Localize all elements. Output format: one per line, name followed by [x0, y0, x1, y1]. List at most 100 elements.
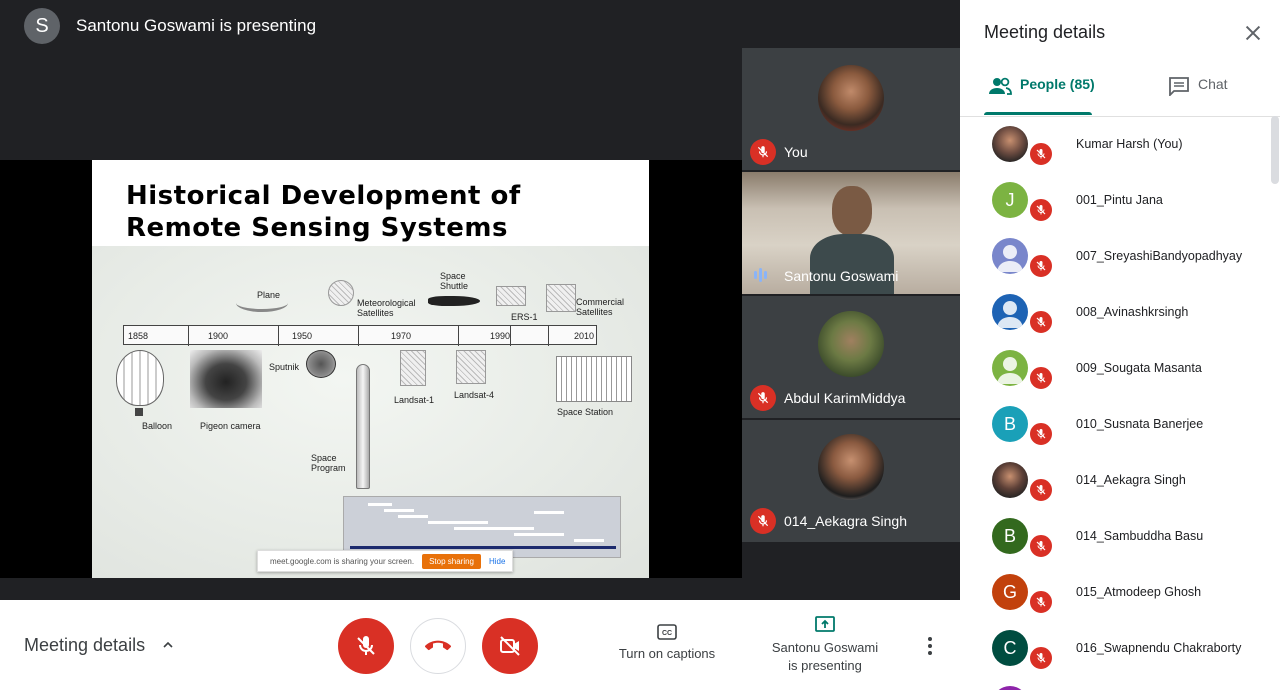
people-icon	[989, 77, 1012, 95]
presentation-slide: Historical Development of Remote Sensing…	[92, 160, 649, 578]
avatar: J	[992, 182, 1028, 218]
turn-off-camera-button[interactable]	[482, 618, 538, 674]
participant-row[interactable]: J 001_Pintu Jana	[960, 173, 1270, 229]
participant-tiles: You Santonu Goswami Abdul KarimMiddya 01…	[742, 48, 960, 542]
stop-sharing-button[interactable]: Stop sharing	[422, 553, 481, 569]
label-sputnik: Sputnik	[269, 362, 300, 372]
year-1858: 1858	[128, 331, 149, 341]
timeline-axis: 1858 1900 1950 1970 1990 2010	[123, 325, 597, 346]
commercial-satellite-image	[546, 284, 576, 312]
tile-name: Santonu Goswami	[784, 268, 899, 284]
mic-off-icon	[1028, 589, 1054, 615]
mission-chart-axis	[350, 546, 616, 549]
presenting-label-line-1: Santonu Goswami	[771, 640, 879, 655]
hide-notice-link[interactable]: Hide	[489, 557, 505, 566]
avatar	[818, 65, 884, 131]
tile-you[interactable]: You	[742, 48, 960, 170]
shuttle-image	[428, 296, 480, 306]
people-list[interactable]: Kumar Harsh (You) J 001_Pintu Jana 007_Srey…	[960, 117, 1280, 690]
captions-button[interactable]: CC Turn on captions	[610, 624, 724, 663]
mic-off-icon	[1028, 365, 1054, 391]
closed-captions-icon: CC	[657, 624, 677, 640]
mic-off-icon	[1028, 197, 1054, 223]
active-tab-indicator	[984, 112, 1092, 115]
mic-off-icon	[1028, 477, 1054, 503]
label-space-program: Space Program	[311, 453, 346, 473]
mic-off-icon	[1028, 253, 1054, 279]
mission-bar	[454, 527, 534, 530]
participant-row[interactable]: G 015_Atmodeep Ghosh	[960, 565, 1270, 621]
screen-share-notice: meet.google.com is sharing your screen. …	[257, 550, 513, 572]
participant-name: 008_Avinashkrsingh	[1076, 305, 1189, 319]
present-screen-icon	[815, 616, 835, 632]
participant-name: 009_Sougata Masanta	[1076, 361, 1202, 375]
label-meteorological-satellites: Meteorological Satellites	[357, 298, 416, 318]
presenter-status-text: Santonu Goswami is presenting	[76, 16, 317, 35]
captions-label: Turn on captions	[618, 646, 716, 661]
sputnik-image	[306, 350, 336, 378]
shared-screen: Historical Development of Remote Sensing…	[0, 160, 742, 578]
avatar	[818, 311, 884, 377]
tile-name: You	[784, 144, 808, 160]
timeline-tick	[278, 326, 279, 346]
mic-off-icon	[357, 636, 375, 655]
meeting-details-button[interactable]: Meeting details	[24, 635, 145, 656]
presenter-avatar: S	[24, 8, 60, 44]
participant-name: 014_Sambuddha Basu	[1076, 529, 1204, 543]
tile-abdul-karimmiddya[interactable]: Abdul KarimMiddya	[742, 296, 960, 418]
label-balloon: Balloon	[142, 421, 173, 431]
label-space-shuttle: Space Shuttle	[440, 271, 469, 291]
presenting-button[interactable]: Santonu Goswami is presenting	[762, 616, 888, 675]
speaking-indicator-icon	[754, 268, 770, 282]
participant-name: 014_Aekagra Singh	[1076, 473, 1186, 487]
rocket-image	[356, 364, 370, 489]
tab-people[interactable]: People (85)	[988, 76, 1095, 116]
landsat-1-image	[400, 350, 426, 386]
avatar	[992, 294, 1028, 330]
people-list-scrollbar[interactable]	[1271, 116, 1279, 184]
mic-off-icon	[1028, 309, 1054, 335]
participant-name: 001_Pintu Jana	[1076, 193, 1163, 207]
balloon-basket	[135, 408, 143, 416]
participant-row[interactable]: B 014_Sambuddha Basu	[960, 509, 1270, 565]
tile-aekagra-singh[interactable]: 014_Aekagra Singh	[742, 420, 960, 542]
pigeon-camera-image	[190, 350, 262, 408]
mute-microphone-button[interactable]	[338, 618, 394, 674]
tab-chat[interactable]: Chat	[1168, 76, 1228, 116]
more-options-button[interactable]	[916, 630, 944, 662]
year-1990: 1990	[490, 331, 511, 341]
chevron-up-icon[interactable]	[160, 637, 176, 653]
participant-row[interactable]: C 016_Swapnendu Chakraborty	[960, 621, 1270, 677]
avatar: C	[992, 630, 1028, 666]
timeline-tick	[458, 326, 459, 346]
participant-row[interactable]: 009_Sougata Masanta	[960, 341, 1270, 397]
meeting-details-panel: Meeting details People (85) Chat Kumar H…	[960, 0, 1280, 690]
year-1970: 1970	[391, 331, 412, 341]
slide-diagram: Plane Meteorological Satellites Space Sh…	[92, 246, 649, 578]
avatar	[992, 238, 1028, 274]
chat-icon	[1169, 77, 1189, 96]
participant-row[interactable]: 014_Aekagra Singh	[960, 453, 1270, 509]
avatar	[818, 434, 884, 500]
label-landsat-1: Landsat-1	[394, 395, 435, 405]
slide-title-line-2: Remote Sensing Systems	[126, 213, 508, 243]
slide-title-line-1: Historical Development of	[126, 181, 521, 211]
year-1950: 1950	[292, 331, 313, 341]
balloon-image	[116, 350, 164, 406]
leave-call-button[interactable]	[410, 618, 466, 674]
close-icon[interactable]	[1242, 22, 1264, 44]
avatar	[992, 686, 1028, 690]
avatar	[992, 350, 1028, 386]
svg-text:CC: CC	[662, 630, 672, 637]
participant-row[interactable]: 007_SreyashiBandyopadhyay	[960, 229, 1270, 285]
mission-bar	[574, 539, 604, 542]
participant-row[interactable]: 008_Avinashkrsingh	[960, 285, 1270, 341]
timeline-tick	[510, 326, 511, 346]
tile-santonu-goswami[interactable]: Santonu Goswami	[742, 172, 960, 294]
mission-bar	[368, 503, 392, 506]
timeline-tick	[188, 326, 189, 346]
participant-row[interactable]: Kumar Harsh (You)	[960, 117, 1270, 173]
tile-name: 014_Aekagra Singh	[784, 513, 907, 529]
participant-row[interactable]: B 010_Susnata Banerjee	[960, 397, 1270, 453]
mission-bar	[398, 515, 428, 518]
